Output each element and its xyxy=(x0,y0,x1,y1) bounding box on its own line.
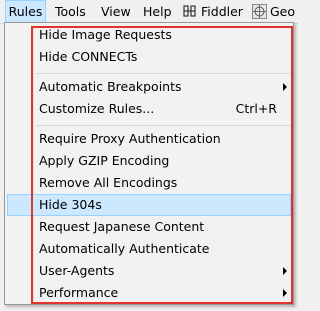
menu-item-automatically-authenticate[interactable]: Automatically Authenticate xyxy=(7,238,291,260)
submenu-arrow-icon xyxy=(283,289,287,297)
menu-help-label: Help xyxy=(143,4,172,19)
menu-item-hide-image-requests[interactable]: Hide Image Requests xyxy=(7,24,291,46)
menu-help[interactable]: Help xyxy=(143,0,172,23)
menu-fiddler[interactable]: Fiddler xyxy=(183,0,243,23)
menu-item-hide-connects[interactable]: Hide CONNECTs xyxy=(7,46,291,68)
submenu-arrow-icon xyxy=(283,83,287,91)
menu-item-shortcut: Ctrl+R xyxy=(235,101,277,116)
menu-geo-label: Geo xyxy=(270,4,296,19)
menu-item-customize-rules[interactable]: Customize Rules... Ctrl+R xyxy=(7,98,291,120)
app-window: Rules Tools View Help Fiddler Geo Hide I… xyxy=(0,0,298,311)
fiddler-icon xyxy=(183,5,196,17)
menu-item-label: Hide 304s xyxy=(39,197,102,212)
menu-item-automatic-breakpoints[interactable]: Automatic Breakpoints xyxy=(7,76,291,98)
menu-item-require-proxy-authentication[interactable]: Require Proxy Authentication xyxy=(7,128,291,150)
menu-item-apply-gzip-encoding[interactable]: Apply GZIP Encoding xyxy=(7,150,291,172)
geoedge-icon xyxy=(252,4,267,19)
menu-bar: Rules Tools View Help Fiddler Geo xyxy=(0,0,298,24)
menu-item-user-agents[interactable]: User-Agents xyxy=(7,260,291,282)
menu-item-label: User-Agents xyxy=(39,263,115,278)
menu-item-label: Automatically Authenticate xyxy=(39,241,210,256)
menu-item-label: Hide Image Requests xyxy=(39,27,172,42)
menu-geo[interactable]: Geo xyxy=(252,0,295,23)
menu-tools[interactable]: Tools xyxy=(55,0,86,23)
menu-rules[interactable]: Rules xyxy=(5,0,46,23)
menu-view-label: View xyxy=(101,4,131,19)
menu-separator xyxy=(36,73,292,74)
menu-item-label: Hide CONNECTs xyxy=(39,49,138,64)
rules-dropdown-menu: Hide Image Requests Hide CONNECTs Automa… xyxy=(4,22,294,305)
menu-item-label: Request Japanese Content xyxy=(39,219,205,234)
menu-item-label: Performance xyxy=(39,285,119,300)
menu-item-request-japanese-content[interactable]: Request Japanese Content xyxy=(7,216,291,238)
menu-item-label: Remove All Encodings xyxy=(39,175,178,190)
menu-item-performance[interactable]: Performance xyxy=(7,282,291,304)
menu-item-label: Apply GZIP Encoding xyxy=(39,153,170,168)
menu-view[interactable]: View xyxy=(101,0,131,23)
menu-item-label: Require Proxy Authentication xyxy=(39,131,221,146)
menu-tools-label: Tools xyxy=(55,4,86,19)
menu-rules-label: Rules xyxy=(8,4,43,19)
submenu-arrow-icon xyxy=(283,267,287,275)
menu-item-remove-all-encodings[interactable]: Remove All Encodings xyxy=(7,172,291,194)
menu-item-label: Customize Rules... xyxy=(39,101,155,116)
menu-item-hide-304s[interactable]: Hide 304s xyxy=(7,194,291,216)
menu-item-label: Automatic Breakpoints xyxy=(39,79,182,94)
menu-separator xyxy=(36,125,292,126)
menu-fiddler-label: Fiddler xyxy=(201,4,243,19)
